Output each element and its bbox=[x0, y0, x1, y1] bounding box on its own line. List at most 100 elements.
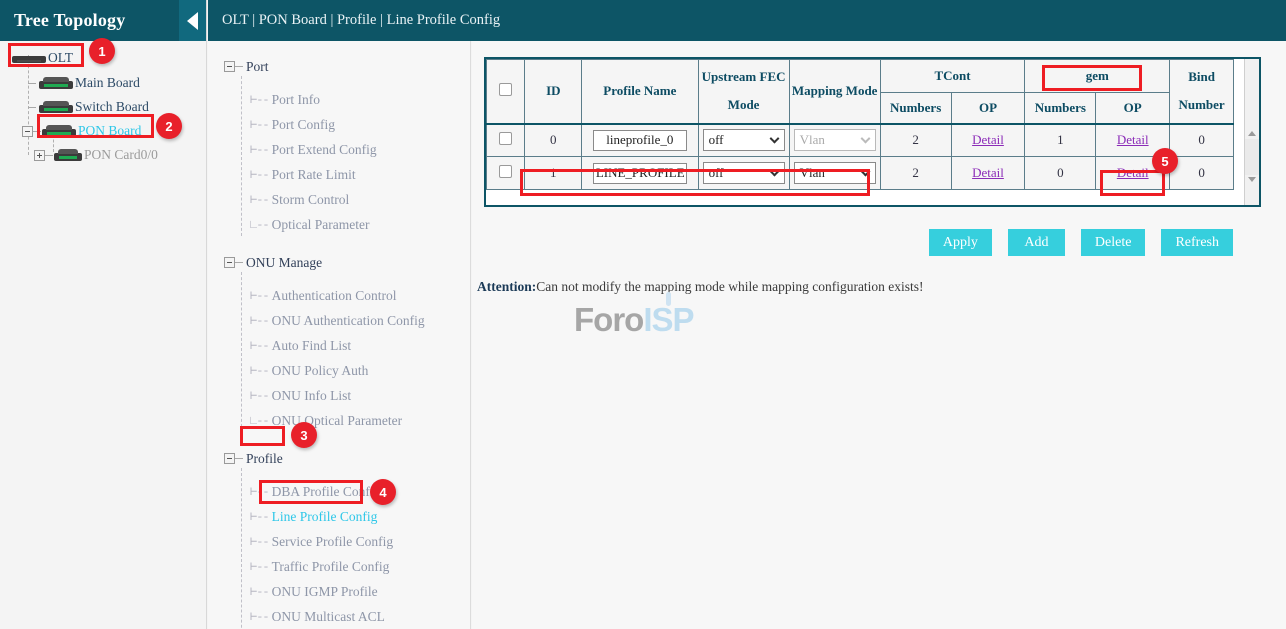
upstream-fec-select[interactable]: off bbox=[703, 129, 785, 151]
gem-detail-link[interactable]: Detail bbox=[1117, 132, 1149, 147]
delete-button[interactable]: Delete bbox=[1081, 229, 1146, 256]
chevron-down-icon bbox=[860, 134, 870, 144]
tree-tick-icon: ⊢-- bbox=[250, 584, 269, 599]
column-header-gem-op: OP bbox=[1096, 93, 1170, 124]
tree-tick-icon: ⊢-- bbox=[250, 92, 269, 107]
mapping-mode-select[interactable]: Vlan bbox=[794, 129, 876, 151]
cell-upstream-fec: off bbox=[698, 157, 789, 190]
scroll-down-arrow-icon[interactable] bbox=[1248, 177, 1256, 182]
expand-expander-icon[interactable] bbox=[34, 150, 45, 161]
tcont-detail-link[interactable]: Detail bbox=[972, 165, 1004, 180]
menu-item-label: Authentication Control bbox=[272, 288, 397, 304]
menu-item-onu-policy-auth[interactable]: ⊢-- ONU Policy Auth bbox=[208, 358, 470, 383]
cell-tcont-numbers: 2 bbox=[880, 124, 951, 157]
refresh-button[interactable]: Refresh bbox=[1161, 229, 1233, 256]
tree-node-main-board[interactable]: Main Board bbox=[0, 71, 206, 95]
annotation-badge-4: 4 bbox=[370, 479, 396, 505]
tcont-detail-link[interactable]: Detail bbox=[972, 132, 1004, 147]
column-header-tcont: TCont bbox=[880, 60, 1025, 93]
upstream-fec-select[interactable]: off bbox=[703, 162, 785, 184]
menu-item-authentication-control[interactable]: ⊢-- Authentication Control bbox=[208, 283, 470, 308]
tree-branch-line bbox=[28, 107, 36, 108]
collapse-expander-icon[interactable] bbox=[224, 453, 235, 464]
cell-bind-number: 0 bbox=[1170, 157, 1234, 190]
row-select-checkbox[interactable] bbox=[499, 132, 512, 145]
menu-item-label: ONU Info List bbox=[272, 388, 352, 404]
menu-item-port-extend-config[interactable]: ⊢-- Port Extend Config bbox=[208, 137, 470, 162]
menu-item-label: ONU IGMP Profile bbox=[272, 584, 378, 600]
attention-label: Attention: bbox=[477, 279, 536, 294]
content-area: ID Profile Name Upstream FEC Mode Mappin… bbox=[472, 41, 1286, 629]
table-row[interactable]: 1 off Vlan bbox=[487, 157, 1234, 190]
cell-upstream-fec: off bbox=[698, 124, 789, 157]
tree-topology-header: Tree Topology bbox=[0, 0, 206, 41]
menu-item-port-config[interactable]: ⊢-- Port Config bbox=[208, 112, 470, 137]
table-vertical-scrollbar[interactable] bbox=[1244, 59, 1259, 205]
menu-item-label: ONU Multicast ACL bbox=[272, 609, 385, 625]
cell-gem-numbers: 0 bbox=[1025, 157, 1096, 190]
tree-tick-icon: ⊢-- bbox=[250, 117, 269, 132]
menu-item-label: ONU Policy Auth bbox=[272, 363, 369, 379]
column-header-mapping-mode: Mapping Mode bbox=[789, 60, 880, 124]
tree-tick-icon: ⊢-- bbox=[250, 192, 269, 207]
row-select-checkbox[interactable] bbox=[499, 165, 512, 178]
column-header-gem-numbers: Numbers bbox=[1025, 93, 1096, 124]
collapse-panel-button[interactable] bbox=[179, 0, 206, 41]
row-checkbox-cell bbox=[487, 157, 525, 190]
menu-item-onu-authentication-config[interactable]: ⊢-- ONU Authentication Config bbox=[208, 308, 470, 333]
column-header-tcont-numbers: Numbers bbox=[880, 93, 951, 124]
tree-tick-icon: ⊢-- bbox=[250, 609, 269, 624]
tree-topology-panel: Tree Topology OLT Main Bo bbox=[0, 0, 207, 629]
attention-notice: Attention:Can not modify the mapping mod… bbox=[477, 279, 924, 295]
table-row[interactable]: 0 off Vlan bbox=[487, 124, 1234, 157]
column-header-upstream-fec-mode: Upstream FEC Mode bbox=[698, 60, 789, 124]
line-profile-table: ID Profile Name Upstream FEC Mode Mappin… bbox=[486, 59, 1234, 190]
mapping-mode-select[interactable]: Vlan bbox=[794, 162, 876, 184]
collapse-expander-icon[interactable] bbox=[224, 61, 235, 72]
menu-item-onu-info-list[interactable]: ⊢-- ONU Info List bbox=[208, 383, 470, 408]
collapse-expander-icon[interactable] bbox=[22, 126, 33, 137]
tree-node-pon-card[interactable]: PON Card0/0 bbox=[0, 143, 206, 167]
profile-name-input[interactable] bbox=[593, 163, 687, 184]
menu-item-onu-optical-parameter[interactable]: ∟-- ONU Optical Parameter bbox=[208, 408, 470, 433]
menu-item-line-profile-config[interactable]: ⊢-- Line Profile Config bbox=[208, 504, 470, 529]
menu-item-service-profile-config[interactable]: ⊢-- Service Profile Config bbox=[208, 529, 470, 554]
menu-item-label: Port Config bbox=[272, 117, 335, 133]
menu-item-dba-profile-config[interactable]: ⊢-- DBA Profile Config bbox=[208, 479, 470, 504]
menu-branch-line bbox=[235, 458, 243, 459]
menu-group-header-onu-manage[interactable]: ONU Manage bbox=[208, 250, 470, 275]
tree-node-label: PON Card0/0 bbox=[84, 147, 158, 163]
scrollbar-thumb[interactable] bbox=[1245, 139, 1259, 175]
annotation-badge-5: 5 bbox=[1152, 148, 1178, 174]
collapse-expander-icon[interactable] bbox=[224, 257, 235, 268]
menu-group-header-profile[interactable]: Profile bbox=[208, 446, 470, 471]
bind-line1: Bind bbox=[1171, 69, 1232, 85]
tree-branch-line bbox=[28, 83, 36, 84]
menu-item-auto-find-list[interactable]: ⊢-- Auto Find List bbox=[208, 333, 470, 358]
add-button[interactable]: Add bbox=[1008, 229, 1065, 256]
profile-name-input[interactable] bbox=[593, 130, 687, 151]
tree-branch-line bbox=[45, 155, 53, 156]
select-all-checkbox[interactable] bbox=[499, 83, 512, 96]
table-header-row-1: ID Profile Name Upstream FEC Mode Mappin… bbox=[487, 60, 1234, 93]
upstream-fec-value: off bbox=[709, 132, 724, 148]
menu-item-port-rate-limit[interactable]: ⊢-- Port Rate Limit bbox=[208, 162, 470, 187]
menu-item-onu-multicast-acl[interactable]: ⊢-- ONU Multicast ACL bbox=[208, 604, 470, 629]
menu-item-port-info[interactable]: ⊢-- Port Info bbox=[208, 87, 470, 112]
menu-item-storm-control[interactable]: ⊢-- Storm Control bbox=[208, 187, 470, 212]
tree-tick-icon: ⊢-- bbox=[250, 167, 269, 182]
gem-detail-link[interactable]: Detail bbox=[1117, 165, 1149, 180]
column-header-gem: gem bbox=[1025, 60, 1170, 93]
column-header-tcont-op: OP bbox=[951, 93, 1025, 124]
menu-item-traffic-profile-config[interactable]: ⊢-- Traffic Profile Config bbox=[208, 554, 470, 579]
scroll-up-arrow-icon[interactable] bbox=[1248, 131, 1256, 136]
menu-group-header-port[interactable]: Port bbox=[208, 54, 470, 79]
menu-item-optical-parameter[interactable]: ∟-- Optical Parameter bbox=[208, 212, 470, 237]
cell-gem-numbers: 1 bbox=[1025, 124, 1096, 157]
bind-line2: Number bbox=[1171, 97, 1232, 113]
action-button-row: Apply Add Delete Refresh bbox=[472, 229, 1261, 256]
menu-item-onu-igmp-profile[interactable]: ⊢-- ONU IGMP Profile bbox=[208, 579, 470, 604]
column-header-id: ID bbox=[525, 60, 582, 124]
menu-branch-line bbox=[235, 66, 243, 67]
apply-button[interactable]: Apply bbox=[929, 229, 992, 256]
